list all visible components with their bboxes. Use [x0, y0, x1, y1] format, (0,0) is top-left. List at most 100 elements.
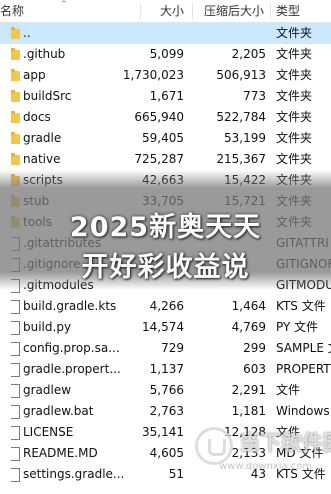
file-name-cell: docs	[11, 107, 129, 128]
file-type: Windows	[276, 404, 330, 418]
file-name-cell: native	[11, 149, 129, 170]
file-name-cell: settings.gradle...	[11, 464, 129, 485]
column-divider[interactable]	[270, 2, 271, 20]
watermark-logo-icon	[195, 427, 233, 465]
file-type: KTS 文件	[276, 299, 326, 313]
file-size	[120, 23, 184, 44]
file-size: 51	[168, 467, 184, 481]
file-name: build.gradle.kts	[23, 299, 117, 313]
file-name-cell: buildSrc	[11, 86, 129, 107]
file-size: 4,266	[149, 299, 184, 313]
file-name: gradle.propert...	[23, 362, 121, 376]
file-size: 14,574	[142, 320, 184, 334]
watermark-url: www.downxia.com	[219, 461, 313, 472]
file-icon	[11, 342, 20, 356]
file-row[interactable]: gradle 59,405 53,199 文件夹	[0, 128, 331, 149]
file-row[interactable]: app 1,730,023 506,913 文件夹	[0, 65, 331, 86]
file-name-cell: gradle	[11, 128, 129, 149]
file-icon	[11, 468, 20, 482]
file-compressed-size: 4,769	[231, 320, 266, 334]
file-type: 文件	[276, 383, 301, 397]
file-size: 2,763	[149, 404, 184, 418]
column-divider[interactable]	[192, 2, 193, 20]
file-name-cell: build.py	[11, 317, 129, 338]
file-row[interactable]: buildSrc 1,671 773 文件夹	[0, 86, 331, 107]
file-size: 59,405	[142, 131, 184, 145]
sort-arrow-icon: ⌃	[60, 0, 68, 10]
column-size-header[interactable]: 大小	[160, 0, 184, 22]
file-row[interactable]: gradle.propert... 1,137 603 PROPERT	[0, 359, 331, 380]
file-name: config.prop.sa...	[23, 341, 120, 355]
column-name-header[interactable]: 名称	[0, 0, 24, 22]
file-compressed-size: 53,199	[224, 131, 266, 145]
file-type: PY 文件	[276, 320, 319, 334]
file-row[interactable]: build.gradle.kts 4,266 1,464 KTS 文件	[0, 296, 331, 317]
file-size: 1,137	[149, 362, 184, 376]
file-type: 文件夹	[276, 26, 313, 40]
file-icon	[11, 426, 20, 440]
file-name: README.MD	[23, 446, 98, 460]
file-size: 4,605	[149, 446, 184, 460]
file-name-cell: ..	[11, 23, 129, 44]
file-name: gradlew.bat	[23, 404, 94, 418]
file-name: native	[23, 152, 61, 166]
file-compressed-size: 1,181	[231, 404, 266, 418]
file-size: 665,940	[134, 110, 184, 124]
file-size: 1,671	[149, 89, 184, 103]
file-compressed-size: 522,784	[216, 110, 266, 124]
file-type: PROPERT	[276, 362, 331, 376]
file-compressed-size: 506,913	[216, 68, 266, 82]
file-icon	[11, 405, 20, 419]
file-type: 文件夹	[276, 110, 313, 124]
file-compressed-size: 215,367	[216, 152, 266, 166]
file-icon	[11, 300, 20, 314]
file-name: gradlew	[23, 383, 72, 397]
file-name: ..	[23, 26, 31, 40]
file-compressed-size	[190, 23, 266, 44]
column-type-header[interactable]: 类型	[276, 0, 300, 22]
file-name-cell: gradlew.bat	[11, 401, 129, 422]
folder-icon	[11, 69, 20, 81]
file-icon	[11, 447, 20, 461]
file-icon	[11, 363, 20, 377]
column-compressed-header[interactable]: 压缩后大小	[204, 0, 264, 22]
folder-icon	[11, 90, 20, 102]
file-size: 5,099	[149, 47, 184, 61]
watermark: 当下软件园 www.downxia.com	[195, 425, 331, 485]
file-type: 文件夹	[276, 131, 313, 145]
file-name-cell: README.MD	[11, 443, 129, 464]
file-type: SAMPLE 文	[276, 341, 331, 355]
column-divider[interactable]	[140, 2, 141, 20]
column-header: ⌃ 名称 大小 压缩后大小 类型	[0, 0, 331, 23]
file-name-cell: LICENSE	[11, 422, 129, 443]
file-name-cell: config.prop.sa...	[11, 338, 129, 359]
file-row[interactable]: docs 665,940 522,784 文件夹	[0, 107, 331, 128]
file-size: 35,141	[142, 425, 184, 439]
file-name-cell: build.gradle.kts	[11, 296, 129, 317]
file-row[interactable]: .github 5,099 2,205 文件夹	[0, 44, 331, 65]
watermark-brand: 当下软件园	[239, 431, 331, 455]
file-size: 725,287	[134, 152, 184, 166]
file-compressed-size: 1,464	[231, 299, 266, 313]
file-row[interactable]: .. 文件夹	[0, 23, 331, 44]
file-name: docs	[23, 110, 51, 124]
file-type: 文件夹	[276, 68, 313, 82]
file-icon	[11, 384, 20, 398]
file-name: gradle	[23, 131, 62, 145]
overlay-title-line2: 开好彩收益说	[81, 252, 250, 283]
file-type: 文件夹	[276, 47, 313, 61]
file-row[interactable]: gradlew 5,766 2,291 文件	[0, 380, 331, 401]
file-row[interactable]: build.py 14,574 4,769 PY 文件	[0, 317, 331, 338]
folder-icon	[11, 153, 20, 165]
file-name: LICENSE	[23, 425, 74, 439]
overlay-title-line1: 2025新奥天天	[69, 212, 262, 243]
file-row[interactable]: config.prop.sa... 729 299 SAMPLE 文	[0, 338, 331, 359]
file-compressed-size: 603	[243, 362, 266, 376]
folder-icon	[11, 132, 20, 144]
file-name: app	[23, 68, 46, 82]
file-size: 729	[161, 341, 184, 355]
file-name-cell: app	[11, 65, 129, 86]
file-row[interactable]: native 725,287 215,367 文件夹	[0, 149, 331, 170]
file-compressed-size: 2,205	[231, 47, 266, 61]
file-row[interactable]: gradlew.bat 2,763 1,181 Windows	[0, 401, 331, 422]
